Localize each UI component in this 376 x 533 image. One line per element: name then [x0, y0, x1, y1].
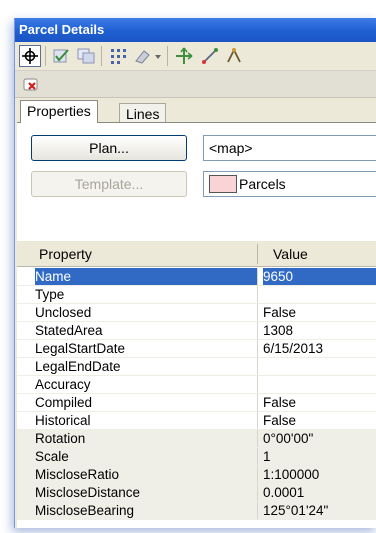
row-value[interactable] — [263, 376, 376, 394]
row-value[interactable]: 1 — [263, 448, 376, 466]
check-edit-icon[interactable] — [51, 45, 73, 67]
line-tool-icon[interactable] — [199, 45, 221, 67]
row-property: LegalEndDate — [35, 359, 121, 374]
header-value[interactable]: Value — [273, 246, 308, 262]
row-property: MiscloseRatio — [35, 467, 120, 482]
row-value[interactable]: 0°00'00" — [263, 430, 376, 448]
tab-strip: Properties Lines — [15, 98, 376, 123]
row-property: Type — [35, 287, 65, 302]
select-features-icon[interactable] — [75, 45, 97, 67]
row-property: Historical — [35, 413, 91, 428]
row-property: Scale — [35, 449, 69, 464]
grid-row[interactable]: LegalEndDate — [17, 358, 376, 376]
plan-button[interactable]: Plan... — [31, 135, 187, 161]
tab-properties[interactable]: Properties — [20, 100, 98, 123]
tool-dropdown-icon[interactable] — [133, 45, 163, 67]
toolbar-separator — [167, 46, 168, 66]
row-value[interactable]: 9650 — [263, 268, 376, 286]
row-property: Rotation — [35, 431, 86, 446]
grid-row[interactable]: Historical False — [17, 412, 376, 430]
column-gridline — [257, 412, 258, 430]
row-property: StatedArea — [35, 323, 103, 338]
row-property: Accuracy — [35, 377, 91, 392]
column-gridline — [257, 358, 258, 376]
template-button[interactable]: Template... — [31, 171, 187, 197]
tab-lines[interactable]: Lines — [119, 103, 167, 123]
window-title: Parcel Details — [15, 18, 376, 42]
toolbar-separator — [45, 46, 46, 66]
grid-header: Property Value — [17, 242, 376, 267]
row-value[interactable]: False — [263, 304, 376, 322]
row-property: MiscloseBearing — [35, 503, 135, 518]
row-divider — [17, 519, 376, 520]
template-color-swatch — [209, 175, 237, 194]
property-grid: Property Value Name 9650 Type Unclosed False… — [17, 242, 376, 528]
header-property[interactable]: Property — [39, 246, 92, 262]
template-field[interactable]: Parcels — [203, 171, 376, 197]
grid-row[interactable]: StatedArea 1308 — [17, 322, 376, 340]
grid-row[interactable]: Type — [17, 286, 376, 304]
row-value[interactable]: False — [263, 412, 376, 430]
plan-field[interactable]: <map> — [203, 135, 376, 161]
secondary-toolbar — [15, 71, 376, 98]
row-value[interactable]: 1:100000 — [263, 466, 376, 484]
row-value[interactable]: 125°01'24" — [263, 502, 376, 520]
grid-row[interactable]: Compiled False — [17, 394, 376, 412]
column-gridline — [257, 286, 258, 304]
parcel-details-window: Parcel Details Properties Lines Plan... … — [14, 18, 376, 528]
toolbar — [15, 42, 376, 71]
grid-row[interactable]: Scale 1 — [17, 448, 376, 466]
row-value[interactable]: 0.0001 — [263, 484, 376, 502]
column-gridline — [257, 484, 258, 502]
column-gridline — [257, 448, 258, 466]
row-property: LegalStartDate — [35, 341, 126, 356]
extra-tool-icon[interactable] — [223, 45, 245, 67]
grid-points-icon[interactable] — [107, 45, 129, 67]
grid-row[interactable]: Accuracy — [17, 376, 376, 394]
column-gridline — [257, 466, 258, 484]
column-gridline — [257, 376, 258, 394]
grid-row[interactable]: MiscloseBearing 125°01'24" — [17, 502, 376, 520]
row-property: Compiled — [35, 395, 93, 410]
grid-row[interactable]: Rotation 0°00'00" — [17, 430, 376, 448]
grid-row[interactable]: LegalStartDate 6/15/2013 — [17, 340, 376, 358]
column-gridline — [257, 340, 258, 358]
toolbar-separator — [101, 46, 102, 66]
header-divider[interactable] — [257, 244, 258, 264]
properties-panel: Plan... <map> Template... Parcels — [17, 122, 376, 241]
pan-crosshair-icon[interactable] — [19, 45, 41, 67]
column-gridline — [257, 322, 258, 340]
column-gridline — [257, 502, 258, 520]
row-value[interactable] — [263, 358, 376, 376]
grid-row[interactable]: MiscloseRatio 1:100000 — [17, 466, 376, 484]
column-gridline — [257, 304, 258, 322]
remove-parcel-icon[interactable] — [21, 73, 43, 95]
row-value[interactable]: False — [263, 394, 376, 412]
plan-field-value: <map> — [209, 140, 253, 156]
grid-row[interactable]: MiscloseDistance 0.0001 — [17, 484, 376, 502]
row-value[interactable]: 6/15/2013 — [263, 340, 376, 358]
column-gridline — [257, 394, 258, 412]
column-gridline — [257, 430, 258, 448]
template-field-value: Parcels — [239, 176, 286, 192]
row-value[interactable] — [263, 286, 376, 304]
row-value[interactable]: 1308 — [263, 322, 376, 340]
row-property: MiscloseDistance — [35, 485, 141, 500]
rotate-parcel-icon[interactable] — [173, 45, 195, 67]
grid-row[interactable]: Unclosed False — [17, 304, 376, 322]
row-property: Name — [35, 268, 257, 286]
grid-row[interactable]: Name 9650 — [17, 268, 376, 286]
column-gridline — [257, 268, 258, 286]
row-property: Unclosed — [35, 305, 92, 320]
